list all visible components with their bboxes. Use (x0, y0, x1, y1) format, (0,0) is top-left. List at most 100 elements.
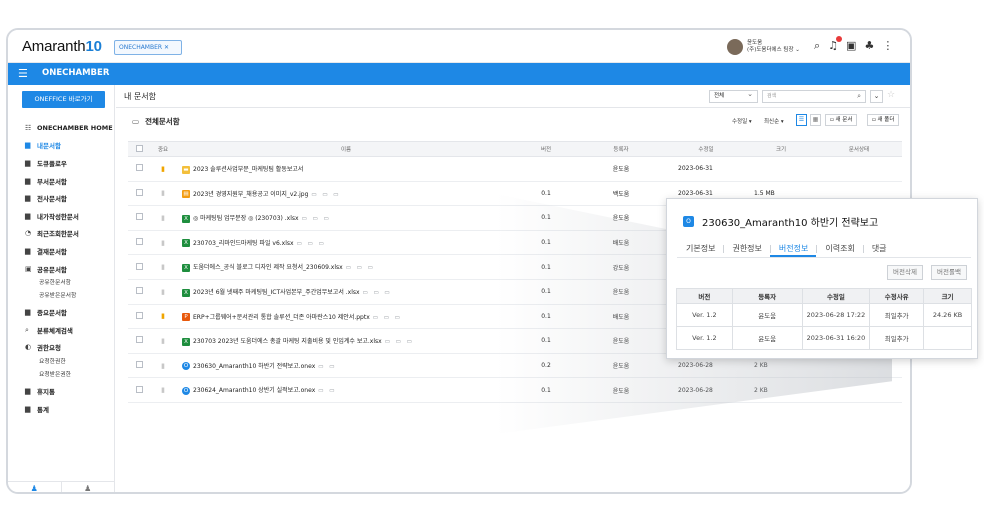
sidebar-item[interactable]: ▆ 전사문서함 (8, 189, 114, 207)
sort-order[interactable]: 최신순 ▾ (764, 117, 784, 125)
bookmark-icon[interactable]: ▮ (160, 288, 166, 296)
col-name[interactable]: 이름 (176, 141, 516, 157)
shared-person-icon[interactable]: ♟ (60, 482, 115, 492)
sidebar-item[interactable]: ▆ 중요문서함 (8, 303, 114, 321)
file-action-icons[interactable]: ▭ ▭ ▭ (363, 290, 392, 296)
sidebar-subitem[interactable]: 공유한문서함 (8, 277, 114, 290)
file-name[interactable]: 230624_Amaranth10 상반기 실적보고.onex (193, 387, 315, 394)
row-checkbox[interactable] (135, 238, 143, 246)
grid-view-icon[interactable]: ▦ (810, 114, 821, 126)
sidebar-item[interactable]: ▆ 부서문서함 (8, 172, 114, 190)
bookmark-icon[interactable]: ▮ (160, 337, 166, 345)
bookmark-icon[interactable]: ▮ (160, 362, 166, 370)
sidebar-item[interactable]: ◐ 권한요청 (8, 339, 114, 357)
row-checkbox[interactable] (135, 188, 143, 196)
chevron-down-icon[interactable]: ⌄ (870, 90, 883, 103)
sidebar-item[interactable]: ◔ 최근조회한문서 (8, 225, 114, 243)
calendar-icon[interactable]: ▣ (846, 39, 856, 53)
popup-tab[interactable]: 댓글 (862, 238, 895, 257)
row-checkbox[interactable] (135, 213, 143, 221)
select-all-checkbox[interactable] (135, 144, 143, 152)
sidebar-subitem[interactable]: 공유받은문서함 (8, 290, 114, 303)
sidebar-item[interactable]: ☷ ONECHAMBER HOME (8, 119, 114, 137)
row-checkbox[interactable] (135, 287, 143, 295)
org-chart-icon[interactable]: ♣ (864, 39, 874, 53)
file-action-icons[interactable]: ▭ ▭ (318, 388, 336, 394)
row-checkbox[interactable] (135, 361, 143, 369)
file-name[interactable]: 230703_리마인드마케팅 파일 v6.xlsx (193, 240, 294, 247)
file-action-icons[interactable]: ▭ ▭ ▭ (311, 192, 340, 198)
sidebar-item[interactable]: ▆ 결재문서함 (8, 242, 114, 260)
row-checkbox[interactable] (135, 385, 143, 393)
file-action-icons[interactable]: ▭ ▭ ▭ (385, 339, 414, 345)
tab-onechamber[interactable]: ONECHAMBER ✕ (114, 40, 182, 55)
search-input[interactable]: 검색 ⌕ (762, 90, 866, 103)
popup-tab[interactable]: 기본정보 (677, 238, 723, 257)
popup-tab[interactable]: 버전정보 (769, 238, 817, 257)
row-checkbox[interactable] (135, 336, 143, 344)
version-row[interactable]: Ver. 1.2 윤도움 2023-06-31 16:20 최일추가 (676, 326, 972, 350)
file-name[interactable]: 230630_Amaranth10 하반기 전략보고.onex (193, 363, 315, 370)
rollback-version-button[interactable]: 버전롤백 (931, 265, 967, 280)
scope-select[interactable]: 전체 (709, 89, 758, 103)
table-row[interactable]: ▮ ▬ 2023 솔루션사업부문_마케팅팀 활동보고서 윤도움 2023-06-31 (128, 156, 902, 182)
popup-tab[interactable]: 이력조회 (816, 238, 862, 257)
sidebar-item[interactable]: ▆ 도큐플로우 (8, 154, 114, 172)
new-document-button[interactable]: ▫ 새 문서 (825, 114, 858, 126)
bookmark-icon[interactable]: ▮ (160, 189, 166, 197)
version-version: Ver. 1.2 (676, 326, 733, 350)
version-row[interactable]: Ver. 1.2 윤도움 2023-06-28 17:22 최일추가 24.26 KB (676, 303, 972, 327)
star-icon[interactable]: ☆ (887, 90, 895, 100)
sidebar-item[interactable]: ▣ 공유문서함 (8, 260, 114, 278)
file-name[interactable]: 230703 2023년 도움더에스 총괄 마케팅 지출비용 및 인입계수 보고… (193, 338, 382, 345)
sidebar-item[interactable]: ▆ 휴지통 (8, 382, 114, 400)
sidebar-subitem[interactable]: 요청한권한 (8, 356, 114, 369)
bookmark-icon[interactable]: ▮ (160, 239, 166, 247)
search-icon[interactable]: ⌕ (857, 91, 861, 102)
file-action-icons[interactable]: ▭ ▭ ▭ (373, 315, 402, 321)
sort-modified[interactable]: 수정일 ▾ (732, 117, 752, 125)
bell-icon[interactable]: ♫ (828, 36, 843, 53)
bookmark-icon[interactable]: ▮ (160, 263, 166, 271)
menu-icon[interactable]: ☰ (18, 67, 28, 80)
user-profile[interactable]: 윤도움 (주)도움더에스 팀장 ⌄ (727, 38, 800, 56)
col-modified[interactable]: 수정일 (666, 141, 746, 157)
bookmark-icon[interactable]: ▮ (160, 165, 166, 173)
file-name[interactable]: 2023년 경영지원부_채용공고 이미지_v2.jpg (193, 191, 308, 198)
col-size[interactable]: 크기 (746, 141, 816, 157)
sidebar-item[interactable]: ▆ 통계 (8, 400, 114, 418)
file-action-icons[interactable]: ▭ ▭ (318, 364, 336, 370)
row-checkbox[interactable] (135, 311, 143, 319)
table-row[interactable]: ▮ O 230624_Amaranth10 상반기 실적보고.onex ▭ ▭ 0.1 윤… (128, 377, 902, 403)
file-name[interactable]: 도움더에스_공식 블로그 디자인 제작 요청서_230609.xlsx (193, 264, 343, 271)
oneoffice-button[interactable]: ONEFFICE 바로가기 (22, 91, 105, 108)
more-icon[interactable]: ⋮ (882, 39, 893, 53)
bookmark-icon[interactable]: ▮ (160, 386, 166, 394)
popup-tab[interactable]: 권한정보 (723, 238, 769, 257)
delete-version-button[interactable]: 버전삭제 (887, 265, 923, 280)
search-icon[interactable]: ⌕ (814, 39, 820, 53)
col-status[interactable]: 문서상태 (816, 141, 902, 157)
new-folder-button[interactable]: ▫ 새 폴더 (867, 114, 900, 126)
sidebar-item[interactable]: ▆ 내문서함 (8, 137, 114, 155)
file-name[interactable]: 2023 솔루션사업부문_마케팅팀 활동보고서 (193, 166, 303, 173)
sidebar-item[interactable]: ▆ 내가작성한문서 (8, 207, 114, 225)
amaranth-logo[interactable]: Amaranth10 (22, 38, 102, 55)
file-action-icons[interactable]: ▭ ▭ ▭ (346, 265, 375, 271)
sidebar-item[interactable]: ⌕ 분류체계검색 (8, 321, 114, 339)
bookmark-icon[interactable]: ▮ (160, 312, 166, 320)
col-version[interactable]: 버전 (516, 141, 576, 157)
sidebar-subitem[interactable]: 요청받은권한 (8, 369, 114, 382)
list-view-icon[interactable]: ☰ (796, 114, 807, 126)
col-registrant[interactable]: 등록자 (576, 141, 666, 157)
file-action-icons[interactable]: ▭ ▭ ▭ (297, 241, 326, 247)
col-important[interactable]: 중요 (150, 141, 176, 157)
file-name[interactable]: ◎ 마케팅팀 업무분장 ◎ (230703) .xlsx (193, 215, 299, 222)
row-checkbox[interactable] (135, 164, 143, 172)
bookmark-icon[interactable]: ▮ (160, 214, 166, 222)
row-checkbox[interactable] (135, 262, 143, 270)
file-name[interactable]: 2023년 6월 넷째주 마케팅팀_ICT사업본부_주간업무보고서 .xlsx (193, 289, 360, 296)
file-name[interactable]: ERP+그룹웨어+문서관리 통합 솔루션_더존 아마란스10 제안서.pptx (193, 314, 370, 321)
file-action-icons[interactable]: ▭ ▭ ▭ (302, 216, 331, 222)
person-icon[interactable]: ♟ (8, 482, 61, 492)
